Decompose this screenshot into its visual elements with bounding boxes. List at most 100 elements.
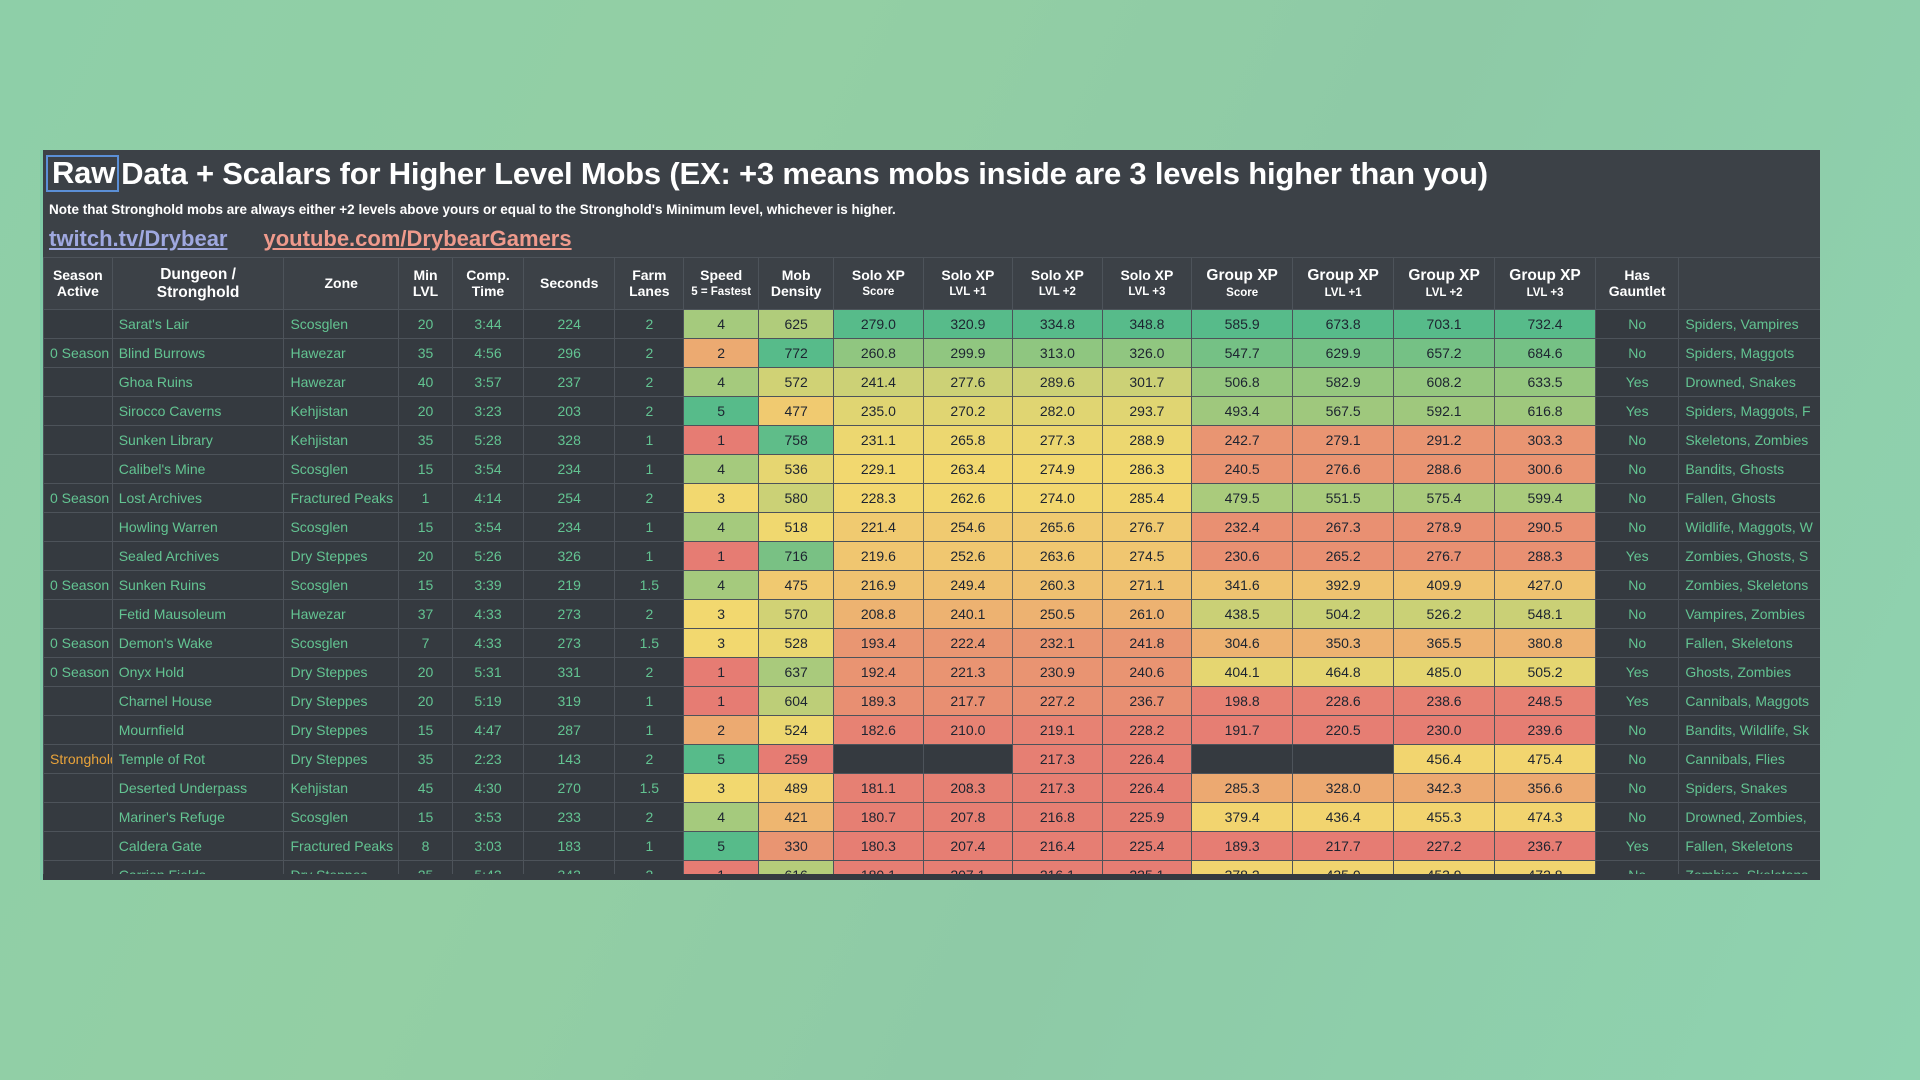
cell-farm-lanes[interactable]: 1 (614, 715, 685, 745)
cell-has-gauntlet[interactable]: No (1595, 802, 1680, 832)
cell-group-xp-0[interactable]: 479.5 (1191, 483, 1294, 513)
cell-farm-lanes[interactable]: 2 (614, 396, 685, 426)
cell-solo-xp-1[interactable]: 263.4 (922, 454, 1014, 484)
cell-dungeon-name[interactable]: Sunken Ruins (111, 570, 285, 600)
cell-group-xp-0[interactable]: 242.7 (1191, 425, 1294, 455)
cell-solo-xp-1[interactable]: 208.3 (922, 773, 1014, 803)
cell-speed[interactable]: 1 (683, 686, 760, 716)
cell-group-xp-0[interactable]: 506.8 (1191, 367, 1294, 397)
cell-farm-lanes[interactable]: 2 (614, 744, 685, 774)
cell-solo-xp-3[interactable]: 271.1 (1101, 570, 1193, 600)
cell-solo-xp-3[interactable]: 226.4 (1101, 744, 1193, 774)
cell-solo-xp-0[interactable]: 193.4 (833, 628, 924, 658)
cell-seconds[interactable]: 203 (522, 396, 616, 426)
cell-solo-xp-1[interactable]: 265.8 (922, 425, 1014, 455)
cell-group-xp-0[interactable]: 304.6 (1191, 628, 1294, 658)
cell-comp-time[interactable]: 4:47 (452, 715, 524, 745)
cell-solo-xp-2[interactable]: 277.3 (1012, 425, 1103, 455)
cell-solo-xp-2[interactable]: 265.6 (1012, 512, 1103, 542)
cell-mob-density[interactable]: 772 (758, 338, 835, 368)
cell-solo-xp-3[interactable]: 326.0 (1101, 338, 1193, 368)
cell-comp-time[interactable]: 4:14 (452, 483, 524, 513)
cell-season-active[interactable]: 0 Season (43, 483, 113, 513)
cell-group-xp-1[interactable]: 582.9 (1292, 367, 1395, 397)
column-header-has-gauntlet[interactable]: Has Gauntlet (1595, 257, 1680, 310)
cell-season-active[interactable]: 0 Season (43, 657, 113, 687)
cell-mobs[interactable]: Fallen, Skeletons (1678, 831, 1820, 861)
cell-farm-lanes[interactable]: 1 (614, 425, 685, 455)
spreadsheet-viewport[interactable]: Raw Data + Scalars for Higher Level Mobs… (40, 150, 1820, 880)
cell-solo-xp-1[interactable]: 299.9 (922, 338, 1014, 368)
cell-season-active[interactable] (43, 512, 113, 542)
cell-group-xp-1[interactable]: 328.0 (1292, 773, 1395, 803)
cell-group-xp-2[interactable]: 238.6 (1393, 686, 1496, 716)
cell-group-xp-0[interactable]: 240.5 (1191, 454, 1294, 484)
cell-farm-lanes[interactable]: 1.5 (614, 570, 685, 600)
cell-solo-xp-0[interactable]: 235.0 (833, 396, 924, 426)
cell-zone[interactable]: Dry Steppes (283, 715, 399, 745)
cell-solo-xp-1[interactable]: 277.6 (922, 367, 1014, 397)
cell-zone[interactable]: Hawezar (283, 599, 399, 629)
cell-zone[interactable]: Scosglen (283, 454, 399, 484)
cell-dungeon-name[interactable]: Howling Warren (111, 512, 285, 542)
cell-solo-xp-1[interactable] (922, 744, 1014, 774)
cell-group-xp-2[interactable]: 409.9 (1393, 570, 1496, 600)
cell-dungeon-name[interactable]: Fetid Mausoleum (111, 599, 285, 629)
cell-group-xp-3[interactable]: 427.0 (1494, 570, 1597, 600)
cell-speed[interactable]: 3 (683, 483, 760, 513)
cell-mob-density[interactable]: 489 (758, 773, 835, 803)
cell-min-lvl[interactable]: 20 (397, 396, 454, 426)
cell-season-active[interactable]: 0 Season (43, 570, 113, 600)
cell-seconds[interactable]: 183 (522, 831, 616, 861)
cell-zone[interactable]: Scosglen (283, 570, 399, 600)
cell-group-xp-3[interactable]: 732.4 (1494, 309, 1597, 339)
cell-has-gauntlet[interactable]: No (1595, 512, 1680, 542)
cell-zone[interactable]: Scosglen (283, 512, 399, 542)
cell-group-xp-3[interactable]: 300.6 (1494, 454, 1597, 484)
cell-min-lvl[interactable]: 35 (397, 425, 454, 455)
cell-mobs[interactable]: Drowned, Snakes (1678, 367, 1820, 397)
cell-season-active[interactable] (43, 831, 113, 861)
cell-solo-xp-3[interactable]: 236.7 (1101, 686, 1193, 716)
cell-mob-density[interactable]: 625 (758, 309, 835, 339)
cell-mobs[interactable]: Zombies, Ghosts, S (1678, 541, 1820, 571)
cell-solo-xp-0[interactable] (833, 744, 924, 774)
cell-group-xp-2[interactable]: 456.4 (1393, 744, 1496, 774)
table-row[interactable]: Charnel House Dry Steppes 20 5:19 319 1 1 604 18… (43, 686, 1820, 716)
selected-cell-title[interactable]: Raw (46, 155, 120, 192)
cell-mobs[interactable]: Spiders, Maggots, F (1678, 396, 1820, 426)
cell-solo-xp-1[interactable]: 252.6 (922, 541, 1014, 571)
cell-dungeon-name[interactable]: Onyx Hold (111, 657, 285, 687)
cell-solo-xp-1[interactable]: 210.0 (922, 715, 1014, 745)
cell-comp-time[interactable]: 3:44 (452, 309, 524, 339)
cell-solo-xp-2[interactable]: 227.2 (1012, 686, 1103, 716)
cell-min-lvl[interactable]: 20 (397, 657, 454, 687)
column-header-min-lvl[interactable]: Min LVL (397, 257, 454, 310)
cell-group-xp-1[interactable]: 567.5 (1292, 396, 1395, 426)
cell-group-xp-2[interactable]: 365.5 (1393, 628, 1496, 658)
cell-comp-time[interactable]: 4:56 (452, 338, 524, 368)
cell-speed[interactable]: 3 (683, 628, 760, 658)
cell-farm-lanes[interactable]: 1.5 (614, 773, 685, 803)
cell-solo-xp-0[interactable]: 229.1 (833, 454, 924, 484)
youtube-link[interactable]: youtube.com/DrybearGamers (264, 226, 572, 252)
column-header-solo-xp-lvl-2[interactable]: Solo XP LVL +2 (1012, 257, 1103, 310)
table-row[interactable]: Calibel's Mine Scosglen 15 3:54 234 1 4 536 229.… (43, 454, 1820, 484)
cell-seconds[interactable]: 319 (522, 686, 616, 716)
cell-mobs[interactable]: Zombies, Skeletons (1678, 570, 1820, 600)
column-header-group-xp-score[interactable]: Group XP Score (1191, 257, 1294, 310)
cell-group-xp-3[interactable]: 599.4 (1494, 483, 1597, 513)
cell-zone[interactable]: Hawezar (283, 367, 399, 397)
column-header-solo-xp-lvl-3[interactable]: Solo XP LVL +3 (1101, 257, 1193, 310)
cell-comp-time[interactable]: 3:23 (452, 396, 524, 426)
cell-season-active[interactable] (43, 367, 113, 397)
cell-min-lvl[interactable]: 20 (397, 309, 454, 339)
cell-comp-time[interactable]: 5:19 (452, 686, 524, 716)
column-header-group-xp-lvl-1[interactable]: Group XP LVL +1 (1292, 257, 1395, 310)
cell-solo-xp-2[interactable]: 216.4 (1012, 831, 1103, 861)
cell-seconds[interactable]: 234 (522, 454, 616, 484)
cell-seconds[interactable]: 296 (522, 338, 616, 368)
cell-solo-xp-1[interactable]: 207.4 (922, 831, 1014, 861)
column-header-zone[interactable]: Zone (283, 257, 399, 310)
cell-group-xp-2[interactable]: 278.9 (1393, 512, 1496, 542)
